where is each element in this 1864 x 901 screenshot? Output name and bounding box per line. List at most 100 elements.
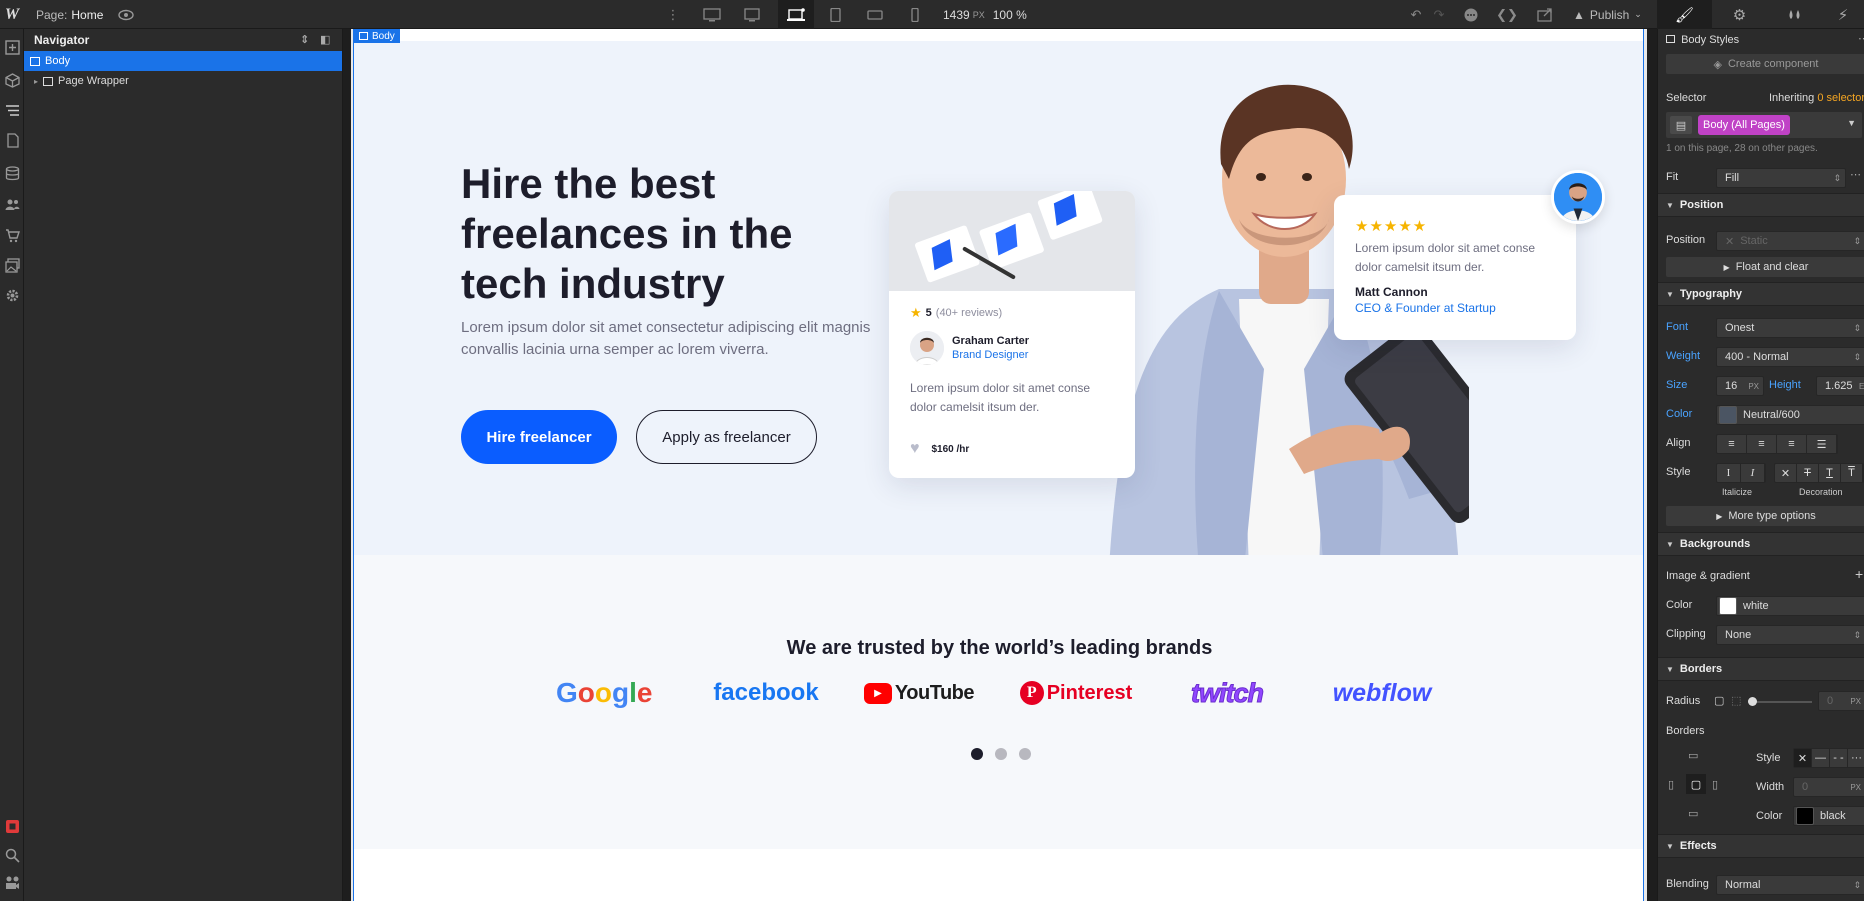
dock-panel-icon[interactable]: ◧: [320, 33, 330, 46]
carousel-dot-2[interactable]: [995, 748, 1007, 760]
video-help-icon[interactable]: [4, 874, 20, 890]
pages-icon[interactable]: [4, 132, 20, 148]
selector-options-icon[interactable]: ▤: [1670, 116, 1692, 134]
align-center-icon[interactable]: ≡: [1747, 435, 1777, 453]
breakpoint-desktop-icon[interactable]: [778, 0, 814, 29]
fit-select[interactable]: Fill ⇕: [1716, 168, 1846, 188]
tab-style-brush-icon[interactable]: 🖌: [1657, 0, 1712, 29]
caret-right-icon[interactable]: ▸: [34, 77, 38, 86]
more-options-icon[interactable]: ⋮: [658, 0, 688, 29]
cms-database-icon[interactable]: [4, 165, 20, 181]
bg-color-picker[interactable]: white: [1716, 596, 1864, 616]
create-component-button[interactable]: ◈ Create component: [1666, 54, 1864, 74]
radius-unit[interactable]: PX: [1850, 697, 1861, 706]
align-left-icon[interactable]: ≡: [1717, 435, 1747, 453]
border-dotted-icon[interactable]: ···: [1848, 749, 1864, 767]
code-icon[interactable]: ❮❯: [1492, 0, 1522, 29]
overline-icon[interactable]: T: [1841, 464, 1863, 482]
font-select[interactable]: Onest ⇕: [1716, 318, 1864, 338]
radius-slider-track[interactable]: [1748, 701, 1812, 703]
align-right-icon[interactable]: ≡: [1777, 435, 1807, 453]
tab-lightning-icon[interactable]: ⚡: [1822, 0, 1864, 29]
border-color-swatch[interactable]: [1796, 807, 1814, 825]
float-clear-toggle[interactable]: ▶ Float and clear: [1666, 257, 1864, 277]
users-icon[interactable]: [4, 196, 20, 212]
hero-section[interactable]: Hire the best freelances in the tech ind…: [354, 41, 1643, 555]
typography-section-header[interactable]: ▼ Typography: [1658, 282, 1864, 306]
nav-item-page-wrapper[interactable]: ▸ Page Wrapper: [24, 71, 342, 91]
hero-paragraph[interactable]: Lorem ipsum dolor sit amet consectetur a…: [461, 317, 881, 361]
testimonial-card[interactable]: ★★★★★ Lorem ipsum dolor sit amet conse d…: [1334, 195, 1576, 340]
align-justify-icon[interactable]: ☰: [1807, 435, 1837, 453]
border-top-icon[interactable]: ▭: [1688, 749, 1698, 762]
search-icon[interactable]: [4, 847, 20, 863]
position-select[interactable]: ✕ Static ⇕: [1716, 231, 1864, 251]
brands-heading[interactable]: We are trusted by the world’s leading br…: [354, 637, 1643, 660]
selector-dropdown-icon[interactable]: ▼: [1847, 118, 1856, 128]
line-height-unit[interactable]: EM: [1859, 382, 1864, 391]
selector-field[interactable]: ▤ Body (All Pages) ▼: [1666, 112, 1862, 138]
carousel-dot-3[interactable]: [1019, 748, 1031, 760]
more-type-options-toggle[interactable]: ▶ More type options: [1666, 506, 1864, 526]
breakpoint-xl-icon[interactable]: [737, 0, 767, 29]
design-canvas[interactable]: Body Hire the best freelances in the tec…: [351, 29, 1647, 901]
border-solid-icon[interactable]: —: [1812, 749, 1830, 767]
italic-off-icon[interactable]: I: [1717, 464, 1741, 482]
export-icon[interactable]: [1530, 0, 1560, 29]
border-bottom-icon[interactable]: ▭: [1688, 807, 1698, 820]
border-width-input[interactable]: 0 PX: [1793, 777, 1864, 797]
add-background-plus-icon[interactable]: +: [1855, 566, 1863, 582]
line-height-input[interactable]: 1.625 EM: [1816, 376, 1864, 396]
blending-select[interactable]: Normal ⇕: [1716, 875, 1864, 895]
border-color-picker[interactable]: black: [1793, 806, 1864, 826]
radius-slider-handle[interactable]: [1748, 697, 1757, 706]
radius-all-corners-icon[interactable]: ▢: [1714, 694, 1724, 707]
expand-collapse-icon[interactable]: ⇕: [300, 33, 309, 46]
size-unit[interactable]: PX: [1748, 382, 1759, 391]
radius-individual-corners-icon[interactable]: ⬚: [1731, 694, 1741, 707]
nav-item-body[interactable]: Body: [24, 51, 342, 71]
strikethrough-icon[interactable]: T: [1797, 464, 1819, 482]
breakpoint-landscape-icon[interactable]: [860, 0, 890, 29]
redo-icon[interactable]: ↷: [1424, 0, 1454, 29]
borders-section-header[interactable]: ▼ Borders: [1658, 657, 1864, 681]
heart-icon[interactable]: ♥: [910, 440, 920, 458]
panel-more-icon[interactable]: ⋯: [1858, 32, 1864, 45]
webflow-logo[interactable]: W: [0, 0, 24, 29]
border-width-unit[interactable]: PX: [1850, 783, 1861, 792]
size-input[interactable]: 16 PX: [1716, 376, 1764, 396]
clipping-select[interactable]: None ⇕: [1716, 625, 1864, 645]
components-cube-icon[interactable]: [4, 72, 20, 88]
border-dashed-icon[interactable]: - -: [1830, 749, 1848, 767]
page-body[interactable]: Body Hire the best freelances in the tec…: [353, 29, 1644, 901]
underline-icon[interactable]: T: [1819, 464, 1841, 482]
page-selector[interactable]: Page: Home: [36, 0, 103, 29]
selector-pill[interactable]: Body (All Pages): [1698, 115, 1790, 135]
comments-icon[interactable]: [1456, 0, 1486, 29]
position-section-header[interactable]: ▼ Position: [1658, 193, 1864, 217]
fit-more-icon[interactable]: ⋯: [1850, 168, 1861, 181]
navigator-layers-icon[interactable]: [4, 102, 20, 118]
freelancer-card[interactable]: ★ 5 (40+ reviews) Graham Carter Brand De…: [889, 191, 1135, 478]
breakpoint-xxl-icon[interactable]: [697, 0, 727, 29]
bg-color-swatch[interactable]: [1719, 597, 1737, 615]
add-elements-icon[interactable]: [4, 39, 20, 55]
tab-interactions-drops-icon[interactable]: [1767, 0, 1822, 29]
breakpoint-tablet-icon[interactable]: [820, 0, 850, 29]
tab-settings-gear-icon[interactable]: ⚙: [1712, 0, 1767, 29]
border-none-icon[interactable]: ✕: [1794, 749, 1812, 767]
backgrounds-section-header[interactable]: ▼ Backgrounds: [1658, 532, 1864, 556]
breakpoint-mobile-icon[interactable]: [900, 0, 930, 29]
hire-freelancer-button[interactable]: Hire freelancer: [461, 410, 617, 464]
weight-select[interactable]: 400 - Normal ⇕: [1716, 347, 1864, 367]
settings-gear-icon[interactable]: [4, 287, 20, 303]
hero-heading[interactable]: Hire the best freelances in the tech ind…: [461, 159, 881, 309]
inheriting-info[interactable]: Inheriting 0 selectors: [1769, 92, 1864, 104]
apply-freelancer-button[interactable]: Apply as freelancer: [636, 410, 817, 464]
ecommerce-cart-icon[interactable]: [4, 227, 20, 243]
italic-on-icon[interactable]: I: [1741, 464, 1765, 482]
radius-input[interactable]: 0 PX: [1818, 691, 1864, 711]
canvas-size-readout[interactable]: 1439 PX 100 %: [943, 0, 1027, 29]
text-color-picker[interactable]: Neutral/600: [1716, 405, 1864, 425]
border-left-icon[interactable]: ▯: [1668, 778, 1674, 791]
